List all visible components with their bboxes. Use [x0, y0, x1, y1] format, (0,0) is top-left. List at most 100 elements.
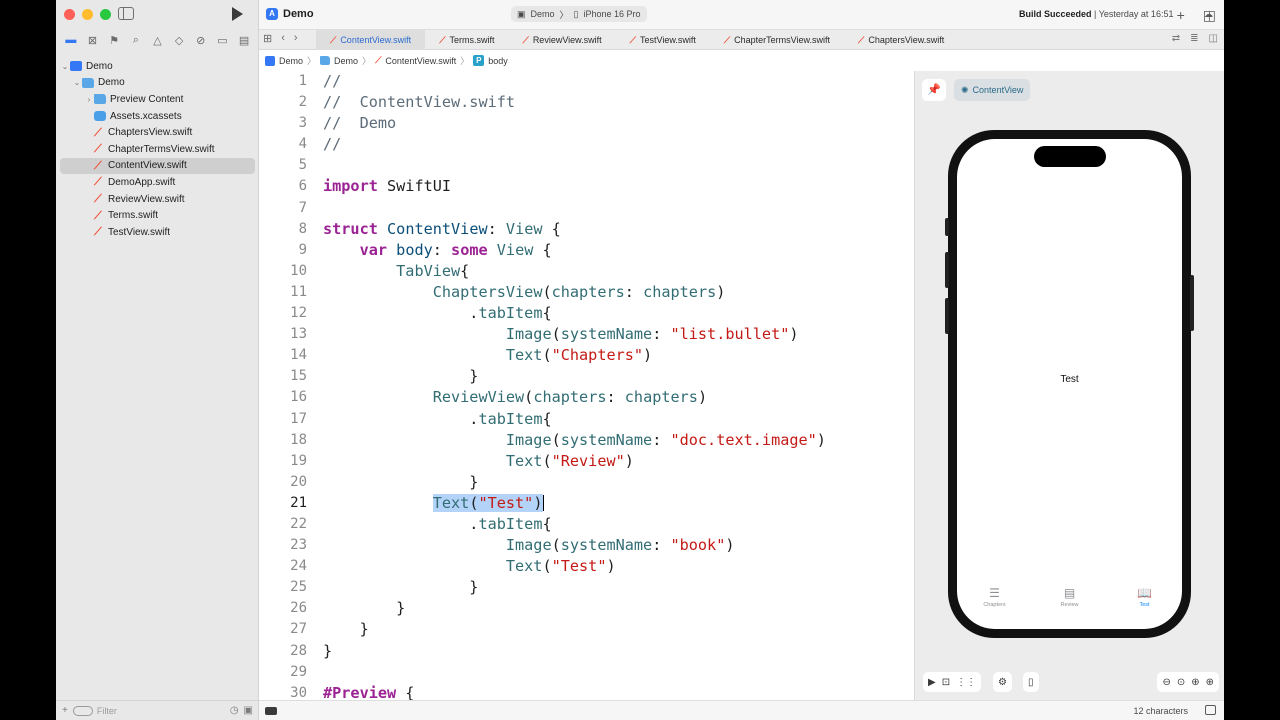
- phone-tab-test[interactable]: 📖 Test: [1115, 587, 1175, 629]
- breadcrumb-project[interactable]: Demo: [279, 56, 303, 66]
- code-line[interactable]: 10 TabView{: [259, 261, 914, 282]
- breadcrumb-file[interactable]: ContentView.swift: [385, 56, 456, 66]
- bookmarks-icon[interactable]: ⚑: [106, 34, 122, 47]
- line-number[interactable]: 13: [259, 324, 307, 345]
- code-line[interactable]: 27 }: [259, 619, 914, 640]
- pin-icon[interactable]: 📌: [922, 79, 946, 101]
- line-number[interactable]: 16: [259, 387, 307, 408]
- line-number[interactable]: 8: [259, 219, 307, 240]
- zoom-out-icon[interactable]: ⊖: [1162, 677, 1170, 688]
- code-line[interactable]: 30 #Preview {: [259, 683, 914, 700]
- code-line[interactable]: 15 }: [259, 366, 914, 387]
- code-line[interactable]: 14 Text("Chapters"): [259, 345, 914, 366]
- line-number[interactable]: 27: [259, 619, 307, 640]
- issues-icon[interactable]: △: [149, 34, 165, 47]
- source-editor[interactable]: 1 // 2 // ContentView.swift 3 // Demo 4 // 5 6 imp…: [259, 71, 914, 700]
- line-number[interactable]: 7: [259, 198, 307, 219]
- tree-row[interactable]: › Preview Content: [60, 91, 255, 108]
- line-number[interactable]: 14: [259, 345, 307, 366]
- split-editor-icon[interactable]: ◫: [1209, 33, 1218, 44]
- selectable-mode-icon[interactable]: ⊡: [942, 677, 950, 688]
- related-items-icon[interactable]: ⊞: [263, 32, 272, 45]
- editor-options-icon[interactable]: ≣: [1190, 33, 1198, 44]
- live-mode-icon[interactable]: ▶: [928, 677, 936, 688]
- tests-icon[interactable]: ◇: [171, 34, 187, 47]
- preview-selector[interactable]: ✺ ContentView: [954, 79, 1031, 101]
- line-number[interactable]: 28: [259, 641, 307, 662]
- code-line[interactable]: 23 Image(systemName: "book"): [259, 535, 914, 556]
- line-number[interactable]: 26: [259, 598, 307, 619]
- code-line[interactable]: 2 // ContentView.swift: [259, 92, 914, 113]
- breakpoints-icon[interactable]: ▭: [214, 34, 230, 47]
- debug-icon[interactable]: ⊘: [193, 34, 209, 47]
- line-number[interactable]: 24: [259, 556, 307, 577]
- add-library-icon[interactable]: +: [1177, 7, 1185, 24]
- code-line[interactable]: 20 }: [259, 472, 914, 493]
- editor-tab[interactable]: ⟋ ChaptersView.swift: [844, 30, 958, 50]
- line-number[interactable]: 1: [259, 71, 307, 92]
- code-line[interactable]: 29: [259, 662, 914, 683]
- editor-tab[interactable]: ⟋ ContentView.swift: [316, 30, 426, 50]
- editor-tab[interactable]: ⟋ ChapterTermsView.swift: [710, 30, 844, 50]
- sidebar-toggle-icon[interactable]: [118, 7, 134, 20]
- phone-tab-chapters[interactable]: ☰ Chapters: [965, 587, 1025, 629]
- line-number[interactable]: 15: [259, 366, 307, 387]
- code-line[interactable]: 4 //: [259, 134, 914, 155]
- breadcrumb-group[interactable]: Demo: [334, 56, 358, 66]
- line-number[interactable]: 3: [259, 113, 307, 134]
- code-line[interactable]: 5: [259, 155, 914, 176]
- code-line[interactable]: 1 //: [259, 71, 914, 92]
- tree-row[interactable]: ⟋ Terms.swift: [60, 207, 255, 224]
- code-line[interactable]: 9 var body: some View {: [259, 240, 914, 261]
- editor-tab[interactable]: ⟋ Terms.swift: [425, 30, 508, 50]
- close-window-button[interactable]: [64, 9, 75, 20]
- tree-row[interactable]: ⌄ Demo: [60, 75, 255, 92]
- debug-panel-icon[interactable]: [1205, 705, 1216, 715]
- line-number[interactable]: 9: [259, 240, 307, 261]
- tree-row[interactable]: ⟋ ChaptersView.swift: [60, 124, 255, 141]
- filter-field[interactable]: Filter: [72, 705, 225, 717]
- scheme-selector[interactable]: ▣ Demo 〉 ▯ iPhone 16 Pro: [511, 6, 647, 22]
- reports-icon[interactable]: ▤: [236, 34, 252, 47]
- tree-row[interactable]: ⟋ ReviewView.swift: [60, 191, 255, 208]
- code-line[interactable]: 13 Image(systemName: "list.bullet"): [259, 324, 914, 345]
- line-number[interactable]: 2: [259, 92, 307, 113]
- zoom-in-icon[interactable]: ⊕: [1206, 677, 1214, 688]
- disclosure-closed-icon[interactable]: ›: [84, 95, 94, 104]
- minimize-window-button[interactable]: [82, 9, 93, 20]
- code-line[interactable]: 6 import SwiftUI: [259, 176, 914, 197]
- find-icon[interactable]: ⌕: [128, 34, 144, 47]
- tree-row[interactable]: ⟋ TestView.swift: [60, 224, 255, 241]
- editor-tab[interactable]: ⟋ TestView.swift: [616, 30, 710, 50]
- line-number[interactable]: 4: [259, 134, 307, 155]
- line-number[interactable]: 6: [259, 176, 307, 197]
- tree-row-project[interactable]: ⌄ Demo: [60, 58, 255, 75]
- device-settings-icon[interactable]: ⚙: [998, 677, 1007, 688]
- tree-row[interactable]: ⟋ ChapterTermsView.swift: [60, 141, 255, 158]
- tree-row[interactable]: ⟋ DemoApp.swift: [60, 174, 255, 191]
- code-line[interactable]: 8 struct ContentView: View {: [259, 219, 914, 240]
- code-line[interactable]: 18 Image(systemName: "doc.text.image"): [259, 430, 914, 451]
- zoom-fit-icon[interactable]: ⊕: [1191, 677, 1199, 688]
- editor-tab[interactable]: ⟋ ReviewView.swift: [509, 30, 616, 50]
- line-number[interactable]: 19: [259, 451, 307, 472]
- zoom-window-button[interactable]: [100, 9, 111, 20]
- code-line[interactable]: 21 Text("Test"): [259, 493, 914, 514]
- line-number[interactable]: 20: [259, 472, 307, 493]
- code-line[interactable]: 17 .tabItem{: [259, 409, 914, 430]
- tree-row[interactable]: Assets.xcassets: [60, 108, 255, 125]
- line-number[interactable]: 12: [259, 303, 307, 324]
- line-number[interactable]: 29: [259, 662, 307, 683]
- code-line[interactable]: 11 ChaptersView(chapters: chapters): [259, 282, 914, 303]
- phone-tab-review[interactable]: ▤ Review: [1040, 587, 1100, 629]
- code-line[interactable]: 24 Text("Test"): [259, 556, 914, 577]
- line-number[interactable]: 18: [259, 430, 307, 451]
- disclosure-open-icon[interactable]: ⌄: [72, 78, 82, 87]
- variants-icon[interactable]: ⋮⋮: [956, 677, 976, 688]
- device-icon[interactable]: ▯: [1028, 677, 1034, 688]
- code-line[interactable]: 7: [259, 198, 914, 219]
- back-icon[interactable]: ‹: [281, 32, 285, 45]
- code-line[interactable]: 19 Text("Review"): [259, 451, 914, 472]
- filter-scope-icon[interactable]: ▣: [244, 705, 253, 716]
- breadcrumb-symbol[interactable]: body: [488, 56, 508, 66]
